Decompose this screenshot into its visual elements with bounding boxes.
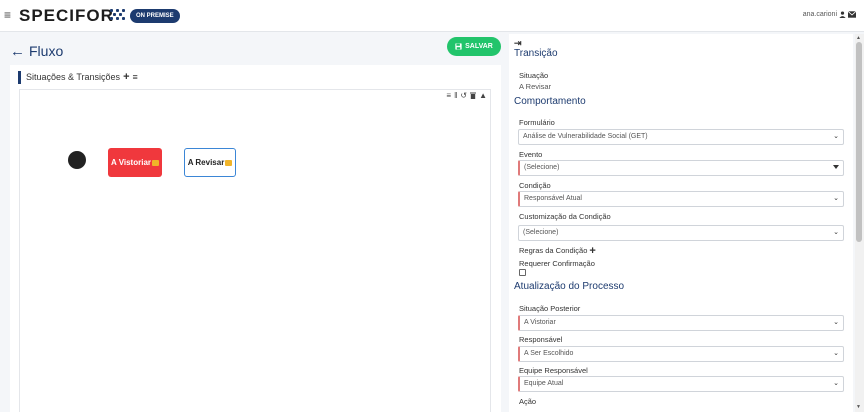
undo-icon[interactable]: ↺ [460, 92, 467, 101]
brand-logo[interactable]: SPECIFOR [19, 7, 114, 24]
pause-icon[interactable]: ‖ [454, 92, 457, 101]
evento-select[interactable]: (Selecione) [518, 160, 844, 176]
requerer-checkbox[interactable] [519, 269, 526, 276]
comportamento-title: Comportamento [514, 96, 586, 107]
customizacao-label: Customização da Condição [519, 212, 611, 221]
responsavel-label: Responsável [519, 335, 563, 344]
brand-dots-icon [110, 9, 126, 21]
save-button[interactable]: SALVAR [447, 37, 501, 56]
user-icon[interactable] [839, 11, 846, 18]
save-label: SALVAR [465, 43, 493, 50]
responsavel-select[interactable]: A Ser Escolhido ⌄ [518, 346, 844, 362]
card-title: Situações & Transições + ≡ [18, 71, 138, 84]
top-bar: ≡ SPECIFOR ON PREMISE ana.carioni [0, 0, 864, 32]
condicao-value: Responsável Atual [524, 195, 582, 202]
collapse-up-icon[interactable]: ▲ [479, 92, 487, 101]
states-transitions-card: Situações & Transições + ≡ ≡ ‖ ↺ ▲ A Vis… [10, 65, 501, 412]
scroll-down-icon[interactable]: ▼ [856, 404, 861, 410]
transicao-title: Transição [514, 48, 558, 59]
scrollbar-thumb[interactable] [856, 42, 862, 242]
equipe-value: Equipe Atual [524, 380, 564, 387]
on-premise-badge: ON PREMISE [130, 9, 180, 23]
scroll-up-icon[interactable]: ▲ [856, 35, 861, 41]
node-label: A Vistoriar [110, 158, 151, 167]
responsavel-value: A Ser Escolhido [524, 350, 574, 357]
tag-icon [225, 159, 233, 166]
plus-icon[interactable]: + [123, 71, 129, 84]
chevron-down-icon: ⌄ [833, 319, 839, 326]
situacao-label: Situação [519, 71, 549, 80]
regras-row: Regras da Condição + [519, 245, 596, 256]
situacao-posterior-select[interactable]: A Vistoriar ⌄ [518, 315, 844, 331]
list-icon[interactable]: ≡ [133, 71, 138, 84]
canvas-toolbar: ≡ ‖ ↺ ▲ [446, 92, 487, 101]
equipe-label: Equipe Responsável [519, 366, 588, 375]
arrow-left-icon[interactable]: ← [10, 44, 25, 59]
condicao-select[interactable]: Responsável Atual ⌄ [518, 191, 844, 207]
node-label: A Revisar [187, 158, 225, 167]
equipe-select[interactable]: Equipe Atual ⌄ [518, 376, 844, 392]
customizacao-value: (Selecione) [523, 229, 559, 236]
flow-canvas[interactable]: ≡ ‖ ↺ ▲ A Vistoriar A Revisar [19, 89, 491, 412]
chevron-down-icon: ⌄ [833, 195, 839, 202]
start-node[interactable] [68, 151, 86, 169]
evento-label: Evento [519, 150, 543, 159]
regras-label: Regras da Condição [519, 246, 588, 255]
page-title: Fluxo [29, 43, 64, 59]
condicao-label: Condição [519, 181, 551, 190]
floppy-disk-icon [455, 43, 462, 50]
trash-icon[interactable] [470, 92, 477, 101]
username[interactable]: ana.carioni [803, 11, 837, 18]
node-a-revisar[interactable]: A Revisar [184, 148, 236, 177]
evento-value: (Selecione) [524, 164, 560, 171]
customizacao-select[interactable]: (Selecione) ⌄ [518, 225, 844, 241]
tag-icon [152, 159, 159, 166]
chevron-down-icon: ⌄ [833, 229, 839, 236]
formulario-label: Formulário [519, 118, 555, 127]
align-icon[interactable]: ≡ [446, 92, 451, 101]
chevron-down-icon: ⌄ [833, 133, 839, 140]
requerer-label: Requerer Confirmação [519, 259, 595, 268]
hamburger-icon[interactable]: ≡ [4, 9, 11, 21]
card-title-text: Situações & Transições [26, 72, 121, 82]
user-menu[interactable]: ana.carioni [803, 11, 856, 18]
formulario-value: Análise de Vulnerabilidade Social (GET) [523, 133, 648, 140]
node-a-vistoriar[interactable]: A Vistoriar [108, 148, 162, 177]
chevron-down-icon: ⌄ [833, 380, 839, 387]
caret-down-icon [833, 165, 839, 169]
back-link[interactable]: ← Fluxo [10, 43, 63, 59]
formulario-select[interactable]: Análise de Vulnerabilidade Social (GET) … [518, 129, 844, 145]
atualizacao-title: Atualização do Processo [514, 281, 625, 292]
envelope-icon[interactable] [848, 11, 856, 18]
acao-label: Ação [519, 397, 537, 406]
chevron-down-icon: ⌄ [833, 350, 839, 357]
situacao-value: A Revisar [519, 82, 552, 91]
plus-icon[interactable]: + [589, 245, 595, 256]
situacao-posterior-label: Situação Posterior [519, 304, 581, 313]
situacao-posterior-value: A Vistoriar [524, 319, 556, 326]
